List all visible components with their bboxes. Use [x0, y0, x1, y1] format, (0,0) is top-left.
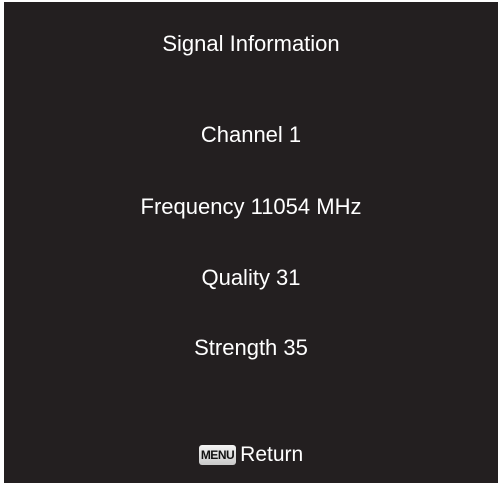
- signal-information-screen: Signal Information Channel 1 Frequency 1…: [4, 2, 498, 483]
- screen-title: Signal Information: [162, 31, 340, 56]
- frequency-value: Frequency 11054 MHz: [140, 194, 362, 219]
- strength-value: Strength 35: [194, 335, 308, 360]
- menu-key-icon[interactable]: MENU: [198, 445, 237, 465]
- channel-value: Channel 1: [200, 122, 302, 147]
- quality-value: Quality 31: [201, 265, 301, 290]
- return-label: Return: [240, 443, 304, 466]
- return-hint[interactable]: MENU Return: [4, 441, 498, 469]
